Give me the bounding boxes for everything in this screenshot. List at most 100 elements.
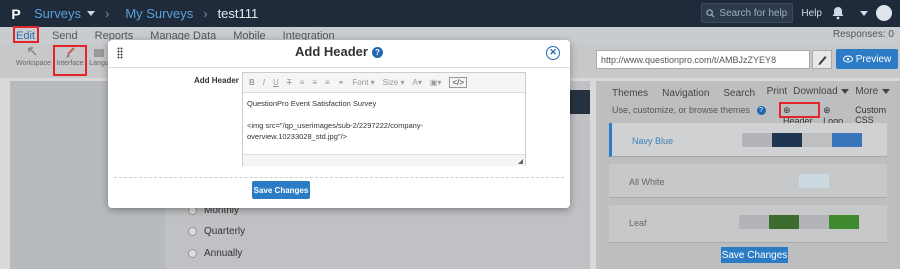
themes-panel-tabs: Themes Navigation Search: [612, 88, 755, 99]
themes-subtitle: Use, customize, or browse themes ?: [612, 105, 766, 115]
theme-card-leaf[interactable]: Leaf: [609, 205, 887, 243]
align-right-icon[interactable]: ≡: [325, 78, 330, 87]
edit-highlight-box: [13, 26, 39, 43]
more-menu[interactable]: More: [855, 86, 890, 97]
size-dropdown-label: Size: [382, 78, 399, 87]
preview-label: Preview: [855, 53, 892, 65]
add-header-label: Add Header: [194, 76, 239, 85]
interface-highlight-box: [53, 45, 87, 76]
align-center-icon[interactable]: ≡: [312, 78, 317, 87]
add-header-modal: Add Header? ✕ Add Header B I U T ≡ ≡ ≡ ⚭…: [108, 40, 570, 208]
help-search-input[interactable]: Search for help: [701, 3, 794, 23]
tool-language-label: Langu: [89, 60, 109, 67]
top-nav-bar: P Surveys › My Surveys › test111 Search …: [0, 0, 900, 27]
tab-navigation[interactable]: Navigation: [662, 88, 709, 99]
breadcrumb-surveys[interactable]: Surveys: [34, 6, 81, 21]
search-icon: [706, 8, 715, 18]
chevron-down-icon[interactable]: [86, 11, 95, 16]
font-dropdown[interactable]: Font ▾: [352, 78, 374, 87]
editor-line: <img src="/qp_userimages/sub-2/2297222/c…: [247, 121, 424, 141]
italic-button[interactable]: I: [263, 78, 265, 87]
breadcrumb-separator-icon: ›: [203, 6, 208, 21]
chevron-down-icon[interactable]: [860, 10, 868, 16]
header-highlight-box: [779, 102, 820, 118]
survey-url-field[interactable]: http://www.questionpro.com/t/AMBJzZYEY8: [596, 50, 810, 69]
eye-icon: [842, 55, 853, 63]
editor-footer: [243, 154, 525, 166]
theme-card-all-white[interactable]: All White: [609, 164, 887, 198]
print-link[interactable]: Print: [767, 86, 788, 97]
radio-button[interactable]: [188, 227, 197, 236]
help-link[interactable]: Help: [801, 8, 822, 19]
theme-name: All White: [629, 177, 665, 187]
align-left-icon[interactable]: ≡: [300, 78, 305, 87]
chevron-down-icon: [882, 88, 890, 94]
bell-icon[interactable]: [830, 5, 846, 21]
color-swatch: [829, 174, 859, 188]
editor-toolbar: B I U T ≡ ≡ ≡ ⚭ Font ▾ Size ▾ A▾ ▣▾ </>: [243, 73, 525, 93]
color-swatch: [799, 174, 829, 188]
themes-panel-actions: Print Download More: [767, 86, 890, 97]
download-label: Download: [793, 86, 838, 97]
chevron-down-icon: [841, 88, 850, 94]
edit-url-button[interactable]: [812, 50, 832, 69]
top-right-tools: Search for help Help: [701, 3, 892, 23]
modal-divider: [108, 67, 570, 68]
search-placeholder: Search for help: [719, 7, 788, 19]
preview-button[interactable]: Preview: [836, 49, 898, 69]
modal-save-changes-button[interactable]: Save Changes: [252, 181, 310, 199]
theme-swatches: [742, 133, 862, 147]
close-icon[interactable]: ✕: [546, 46, 560, 60]
save-changes-button[interactable]: Save Changes: [721, 247, 788, 263]
color-swatch: [739, 215, 769, 229]
source-code-button[interactable]: </>: [449, 77, 467, 88]
theme-name: Leaf: [629, 218, 647, 228]
header-rich-text-editor[interactable]: B I U T ≡ ≡ ≡ ⚭ Font ▾ Size ▾ A▾ ▣▾ </> …: [242, 72, 526, 166]
language-icon: [94, 49, 104, 57]
color-swatch: [742, 133, 772, 147]
text-color-button[interactable]: A▾: [412, 78, 421, 87]
pencil-icon: [818, 56, 827, 65]
color-swatch: [772, 133, 802, 147]
link-icon[interactable]: ⚭: [338, 78, 345, 87]
editor-content[interactable]: QuestionPro Event Satisfaction Survey <i…: [243, 94, 525, 154]
workspace-icon: [28, 47, 37, 56]
radio-button[interactable]: [188, 249, 197, 258]
help-icon[interactable]: ?: [371, 47, 383, 58]
text-color-label: A: [412, 78, 418, 87]
theme-swatches: [739, 174, 859, 188]
download-menu[interactable]: Download: [793, 86, 850, 97]
more-label: More: [855, 86, 879, 97]
responses-count: Responses: 0: [832, 29, 894, 40]
tool-workspace-label: Workspace: [16, 60, 51, 67]
color-swatch: [769, 215, 799, 229]
help-icon[interactable]: ?: [756, 106, 766, 115]
questionpro-logo[interactable]: P: [4, 6, 28, 22]
modal-separator: [114, 177, 564, 178]
menu-send[interactable]: Send: [52, 30, 78, 42]
modal-title-text: Add Header: [295, 44, 368, 59]
theme-card-navy-blue[interactable]: Navy Blue: [609, 123, 887, 157]
tab-themes[interactable]: Themes: [612, 88, 648, 99]
survey-option[interactable]: Quarterly: [188, 226, 245, 237]
strikethrough-button[interactable]: T: [287, 78, 292, 87]
bold-button[interactable]: B: [249, 78, 255, 87]
underline-button[interactable]: U: [273, 78, 279, 87]
theme-name: Navy Blue: [632, 136, 674, 146]
survey-option[interactable]: Annually: [188, 248, 242, 259]
background-color-icon[interactable]: ▣▾: [430, 78, 442, 87]
avatar[interactable]: [876, 5, 892, 21]
tab-search[interactable]: Search: [723, 88, 755, 99]
modal-title: Add Header?: [108, 44, 570, 59]
breadcrumb-separator-icon: ›: [104, 6, 110, 21]
tool-workspace[interactable]: Workspace: [16, 46, 51, 67]
survey-option-label: Annually: [204, 248, 243, 259]
breadcrumb-my-surveys[interactable]: My Surveys: [125, 6, 193, 21]
resize-handle-icon[interactable]: [518, 159, 523, 164]
size-dropdown[interactable]: Size ▾: [383, 78, 405, 87]
editor-line: QuestionPro Event Satisfaction Survey: [247, 99, 377, 108]
survey-option-label: Quarterly: [204, 226, 246, 237]
tool-language[interactable]: Langu: [88, 46, 110, 67]
color-swatch: [802, 133, 832, 147]
color-swatch: [829, 215, 859, 229]
